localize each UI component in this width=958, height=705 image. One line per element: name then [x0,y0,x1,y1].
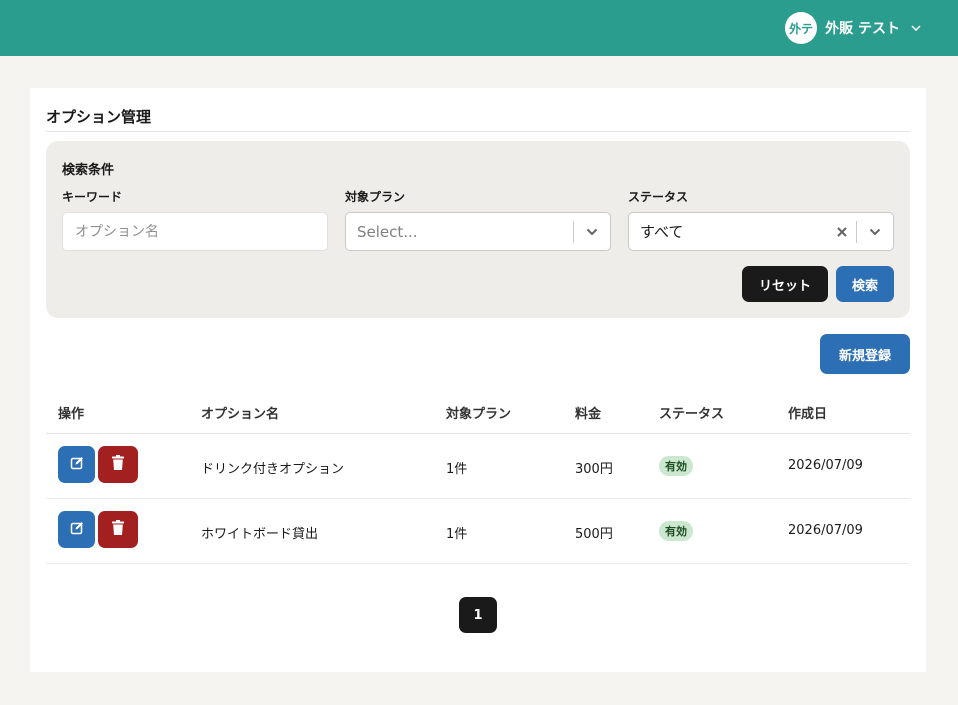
top-bar: 外テ 外販 テスト [0,0,958,56]
reset-button[interactable]: リセット [742,266,828,302]
plan-label: 対象プラン [345,190,406,204]
table-row: ドリンク付きオプション 1件 300円 有効 2026/07/09 [46,434,910,499]
trash-icon [112,520,124,539]
column-header-actions: 操作 [58,407,85,422]
options-table: 操作 オプション名 対象プラン 料金 ステータス 作成日 ドリンク付きオプション… [46,388,910,564]
user-menu[interactable]: 外テ 外販 テスト [785,12,922,44]
status-select-value: すべて [640,223,684,241]
created-date: 2026/07/09 [788,523,863,538]
edit-icon [70,455,84,474]
new-registration-button[interactable]: 新規登録 [820,334,910,374]
edit-button[interactable] [58,446,95,483]
keyword-input[interactable] [62,212,328,251]
option-name: ドリンク付きオプション [201,462,345,477]
avatar: 外テ [785,12,818,44]
delete-button[interactable] [98,446,138,483]
column-header-status: ステータス [659,407,725,422]
table-header: 操作 オプション名 対象プラン 料金 ステータス 作成日 [46,388,910,434]
search-button[interactable]: 検索 [836,266,894,302]
target-plan-count: 1件 [446,462,468,477]
status-label: ステータス [628,190,689,204]
edit-button[interactable] [58,511,95,548]
target-plan-count: 1件 [446,527,468,542]
column-header-price: 料金 [575,407,602,422]
title-divider [46,131,910,132]
delete-button[interactable] [98,511,138,548]
status-badge: 有効 [659,456,693,476]
table-row: ホワイトボード貸出 1件 500円 有効 2026/07/09 [46,499,910,564]
user-name: 外販 テスト [825,21,900,37]
chevron-down-icon [910,22,922,34]
column-header-created: 作成日 [788,407,828,422]
price: 500円 [575,527,613,542]
status-badge: 有効 [659,521,693,541]
search-panel-title: 検索条件 [62,163,115,178]
status-select[interactable]: すべて [628,212,894,251]
pagination-page-1[interactable]: 1 [459,597,497,633]
chevron-down-icon[interactable] [857,213,893,250]
plan-select[interactable]: Select... [345,212,611,251]
created-date: 2026/07/09 [788,458,863,473]
plan-select-placeholder: Select... [357,222,418,241]
keyword-label: キーワード [62,190,123,204]
close-icon[interactable] [828,213,856,250]
column-header-target-plan: 対象プラン [446,407,512,422]
trash-icon [112,455,124,474]
search-panel: 検索条件 キーワード 対象プラン Select... ステータス すべて リセッ… [46,141,910,318]
price: 300円 [575,462,613,477]
main-card: オプション管理 検索条件 キーワード 対象プラン Select... ステータス… [30,88,926,672]
chevron-down-icon[interactable] [574,213,610,250]
page-title: オプション管理 [46,108,152,126]
edit-icon [70,520,84,539]
column-header-option-name: オプション名 [201,407,280,422]
option-name: ホワイトボード貸出 [201,527,319,542]
